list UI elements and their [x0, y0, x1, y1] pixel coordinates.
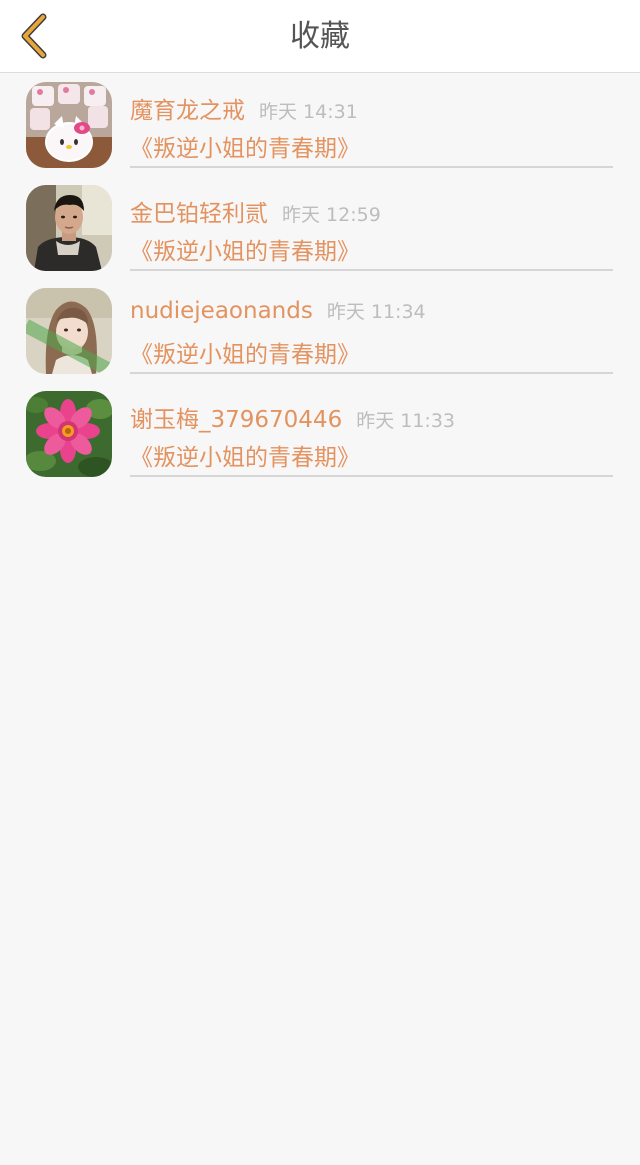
book-title[interactable]: 《叛逆小姐的青春期》 — [130, 232, 360, 266]
name-row: 魔育龙之戒 昨天 14:31 — [130, 91, 358, 125]
favorites-list: 魔育龙之戒 昨天 14:31 《叛逆小姐的青春期》 金巴铂轻利贰昨天 12:59… — [0, 73, 640, 485]
avatar[interactable] — [26, 185, 112, 271]
item-info: 魔育龙之戒 昨天 14:31 《叛逆小姐的青春期》 — [130, 73, 613, 168]
name-row: 谢玉梅_379670446 昨天 11:33 — [130, 400, 455, 434]
book-title[interactable]: 《叛逆小姐的青春期》 — [130, 438, 360, 472]
timestamp: 昨天 11:34 — [326, 301, 426, 323]
list-item[interactable]: 谢玉梅_379670446 昨天 11:33 《叛逆小姐的青春期》 — [0, 382, 640, 485]
timestamp: 昨天 11:33 — [356, 410, 455, 432]
item-info: 金巴铂轻利贰 昨天 12:59 《叛逆小姐的青春期》 — [130, 176, 613, 271]
list-item[interactable]: 金巴铂轻利贰 昨天 12:59 《叛逆小姐的青春期》 — [0, 176, 640, 279]
user-name[interactable]: nudiejeaonands — [130, 298, 313, 324]
avatar[interactable] — [26, 391, 112, 477]
avatar[interactable] — [26, 82, 112, 168]
item-info: 谢玉梅_379670446 昨天 11:33 《叛逆小姐的青春期》 — [130, 382, 613, 477]
avatar[interactable] — [26, 288, 112, 374]
book-title[interactable]: 《叛逆小姐的青春期》 — [130, 129, 360, 163]
timestamp: 昨天 12:59 — [282, 204, 381, 226]
page-title: 收藏 — [290, 19, 350, 54]
item-info: nudiejeaonands 昨天 11:34 《叛逆小姐的青春期》 — [130, 279, 613, 374]
timestamp: 昨天 14:31 — [259, 101, 358, 123]
list-item[interactable]: 魔育龙之戒 昨天 14:31 《叛逆小姐的青春期》 — [0, 73, 640, 176]
user-name[interactable]: 魔育龙之戒 — [130, 98, 245, 124]
name-row: nudiejeaonands 昨天 11:34 — [130, 297, 426, 324]
name-row: 金巴铂轻利贰 昨天 12:59 — [130, 194, 381, 228]
user-name[interactable]: 金巴铂轻利贰 — [130, 201, 268, 227]
book-title[interactable]: 《叛逆小姐的青春期》 — [130, 335, 360, 369]
top-bar: 收藏 — [0, 0, 640, 73]
list-item[interactable]: nudiejeaonands 昨天 11:34 《叛逆小姐的青春期》 — [0, 279, 640, 382]
user-name[interactable]: 谢玉梅_379670446 — [130, 407, 342, 433]
